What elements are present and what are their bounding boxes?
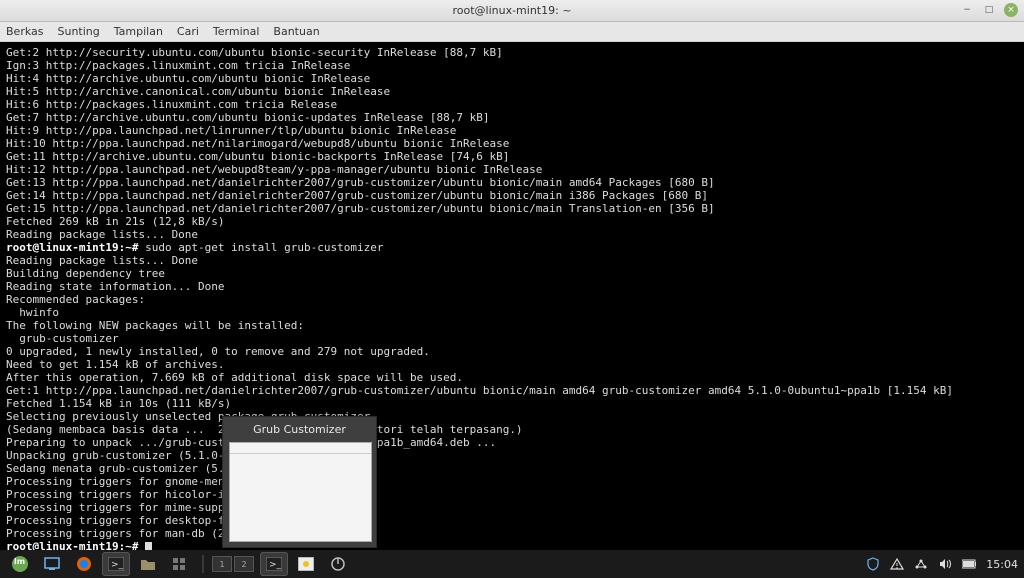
appfinder-launcher[interactable]: [166, 552, 194, 576]
volume-icon[interactable]: [938, 557, 952, 571]
menu-sunting[interactable]: Sunting: [58, 25, 100, 38]
menu-berkas[interactable]: Berkas: [6, 25, 44, 38]
terminal-window: root@linux-mint19: ~ − □ × Berkas Suntin…: [0, 0, 1024, 578]
taskbar-separator: [202, 555, 204, 573]
menu-tampilan[interactable]: Tampilan: [114, 25, 163, 38]
start-menu-button[interactable]: [6, 552, 34, 576]
prompt-cmd-2: [138, 540, 145, 550]
workspace-1[interactable]: 1: [212, 556, 232, 572]
menubar: Berkas Sunting Tampilan Cari Terminal Ba…: [0, 22, 1024, 42]
window-buttons: − □ ×: [960, 3, 1018, 17]
folder-icon: [140, 557, 156, 571]
preview-title: Grub Customizer: [229, 423, 370, 436]
terminal-icon: >_: [266, 557, 282, 571]
files-launcher[interactable]: [134, 552, 162, 576]
firefox-launcher[interactable]: [70, 552, 98, 576]
menu-terminal[interactable]: Terminal: [213, 25, 260, 38]
cursor-icon: [145, 542, 152, 550]
taskbar-preview[interactable]: Grub Customizer: [222, 416, 377, 548]
taskbar: >_ 1 2 >_: [0, 550, 1024, 578]
preview-thumbnail[interactable]: [229, 442, 372, 542]
power-settings-icon: [330, 556, 346, 572]
menu-cari[interactable]: Cari: [177, 25, 199, 38]
prompt-cmd-1: sudo apt-get install grub-customizer: [138, 241, 383, 254]
workspace-switcher[interactable]: 1 2: [212, 556, 254, 572]
svg-text:>_: >_: [269, 560, 282, 570]
apt-output-2: Reading package lists... Done Building d…: [6, 254, 953, 540]
prompt-user-2: root@linux-mint19:~#: [6, 540, 138, 550]
close-button[interactable]: ×: [1004, 3, 1018, 17]
titlebar[interactable]: root@linux-mint19: ~ − □ ×: [0, 0, 1024, 22]
grid-icon: [172, 557, 188, 571]
mint-logo-icon: [12, 556, 28, 572]
warning-icon[interactable]: [890, 557, 904, 571]
window-title: root@linux-mint19: ~: [452, 4, 571, 17]
maximize-button[interactable]: □: [982, 3, 996, 17]
firefox-icon: [76, 556, 92, 572]
battery-icon[interactable]: [962, 557, 976, 571]
workspace-2[interactable]: 2: [234, 556, 254, 572]
svg-text:>_: >_: [111, 560, 124, 570]
clock[interactable]: 15:04: [986, 558, 1018, 571]
taskbar-terminal-window[interactable]: >_: [260, 552, 288, 576]
system-tray: 15:04: [866, 557, 1018, 571]
menu-bantuan[interactable]: Bantuan: [273, 25, 319, 38]
apt-output-1: Get:2 http://security.ubuntu.com/ubuntu …: [6, 46, 715, 241]
app-window-icon: [298, 557, 314, 571]
terminal-output[interactable]: Get:2 http://security.ubuntu.com/ubuntu …: [0, 42, 1024, 550]
network-icon[interactable]: [914, 557, 928, 571]
shield-icon[interactable]: [866, 557, 880, 571]
minimize-button[interactable]: −: [960, 3, 974, 17]
taskbar-unknown-window[interactable]: [324, 552, 352, 576]
terminal-launcher[interactable]: >_: [102, 552, 130, 576]
taskbar-grub-customizer-window[interactable]: [292, 552, 320, 576]
terminal-icon: >_: [108, 557, 124, 571]
prompt-user-1: root@linux-mint19:~#: [6, 241, 138, 254]
desktop-icon: [44, 557, 60, 571]
show-desktop-button[interactable]: [38, 552, 66, 576]
